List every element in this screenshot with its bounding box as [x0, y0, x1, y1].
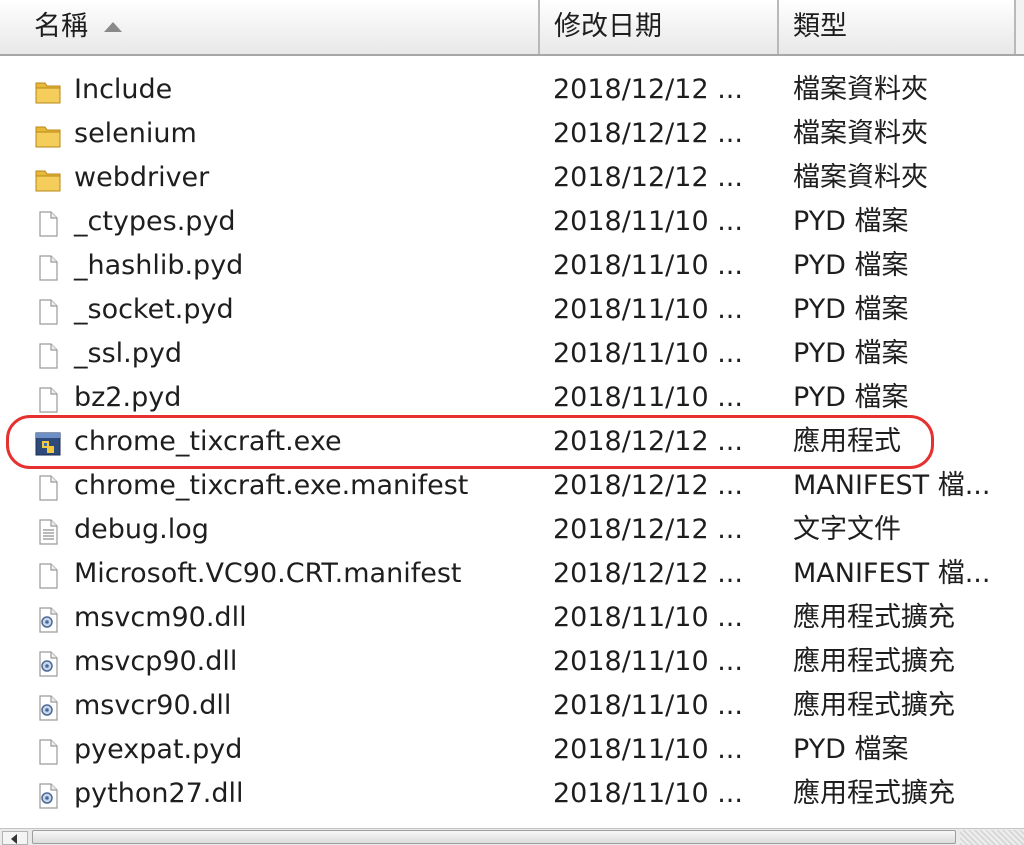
file-type: 檔案資料夾 [793, 162, 928, 193]
file-name: _hashlib.pyd [74, 250, 244, 281]
text-file-icon [34, 516, 62, 545]
file-date: 2018/12/12 ... [553, 74, 743, 105]
file-type: 應用程式擴充 [793, 646, 955, 677]
column-header-bar: 名稱 修改日期 類型 [0, 0, 1024, 56]
column-header-name-label: 名稱 [34, 11, 88, 42]
file-row[interactable]: msvcr90.dll 2018/11/10 ... 應用程式擴充 [0, 684, 1024, 728]
file-name: msvcp90.dll [74, 646, 238, 677]
file-type: 文字文件 [793, 514, 901, 545]
file-row[interactable]: _hashlib.pyd 2018/11/10 ... PYD 檔案 [0, 244, 1024, 288]
column-header-name[interactable]: 名稱 [0, 0, 540, 54]
file-icon [34, 736, 62, 765]
file-date: 2018/11/10 ... [553, 206, 743, 237]
dll-file-icon [34, 780, 62, 809]
file-icon [34, 296, 62, 325]
dll-file-icon [34, 692, 62, 721]
file-type: PYD 檔案 [793, 250, 909, 281]
file-row[interactable]: msvcp90.dll 2018/11/10 ... 應用程式擴充 [0, 640, 1024, 684]
file-type: 應用程式 [793, 426, 901, 457]
file-name: _socket.pyd [74, 294, 234, 325]
file-name: pyexpat.pyd [74, 734, 243, 765]
file-date: 2018/12/12 ... [553, 558, 743, 589]
file-row[interactable]: webdriver 2018/12/12 ... 檔案資料夾 [0, 156, 1024, 200]
file-row[interactable]: pyexpat.pyd 2018/11/10 ... PYD 檔案 [0, 728, 1024, 772]
file-row[interactable]: _ssl.pyd 2018/11/10 ... PYD 檔案 [0, 332, 1024, 376]
file-row[interactable]: selenium 2018/12/12 ... 檔案資料夾 [0, 112, 1024, 156]
file-row[interactable]: chrome_tixcraft.exe.manifest 2018/12/12 .… [0, 464, 1024, 508]
file-type: PYD 檔案 [793, 734, 909, 765]
file-date: 2018/11/10 ... [553, 338, 743, 369]
application-icon [34, 428, 62, 456]
file-date: 2018/12/12 ... [553, 162, 743, 193]
file-row[interactable]: Microsoft.VC90.CRT.manifest 2018/12/12 ..… [0, 552, 1024, 596]
file-date: 2018/11/10 ... [553, 602, 743, 633]
column-header-type[interactable]: 類型 [779, 0, 1014, 54]
file-icon [34, 384, 62, 413]
file-icon [34, 208, 62, 237]
column-header-date-label: 修改日期 [554, 11, 662, 42]
file-icon [34, 472, 62, 501]
dll-file-icon [34, 604, 62, 633]
file-type: MANIFEST 檔... [793, 470, 991, 501]
file-type: 應用程式擴充 [793, 602, 955, 633]
file-name: python27.dll [74, 778, 244, 809]
column-header-filler [1014, 0, 1024, 54]
file-row[interactable]: bz2.pyd 2018/11/10 ... PYD 檔案 [0, 376, 1024, 420]
file-icon [34, 340, 62, 369]
file-type: PYD 檔案 [793, 206, 909, 237]
column-header-type-label: 類型 [793, 11, 847, 42]
file-icon [34, 252, 62, 281]
file-type: PYD 檔案 [793, 338, 909, 369]
file-row[interactable]: _ctypes.pyd 2018/11/10 ... PYD 檔案 [0, 200, 1024, 244]
file-type: PYD 檔案 [793, 382, 909, 413]
file-date: 2018/11/10 ... [553, 382, 743, 413]
file-date: 2018/11/10 ... [553, 690, 743, 721]
scroll-left-arrow-icon[interactable] [2, 831, 28, 845]
folder-icon [34, 120, 62, 148]
file-name: debug.log [74, 514, 209, 545]
dll-file-icon [34, 648, 62, 677]
file-date: 2018/11/10 ... [553, 294, 743, 325]
file-name: _ctypes.pyd [74, 206, 236, 237]
file-name: msvcr90.dll [74, 690, 232, 721]
file-date: 2018/11/10 ... [553, 646, 743, 677]
file-date: 2018/11/10 ... [553, 734, 743, 765]
file-name: msvcm90.dll [74, 602, 247, 633]
file-date: 2018/12/12 ... [553, 118, 743, 149]
file-type: 應用程式擴充 [793, 778, 955, 809]
file-row[interactable]: debug.log 2018/12/12 ... 文字文件 [0, 508, 1024, 552]
file-name: Microsoft.VC90.CRT.manifest [74, 558, 462, 589]
file-row[interactable]: chrome_tixcraft.exe 2018/12/12 ... 應用程式 [0, 420, 1024, 464]
file-type: 檔案資料夾 [793, 74, 928, 105]
file-name: chrome_tixcraft.exe [74, 426, 342, 457]
file-type: PYD 檔案 [793, 294, 909, 325]
file-name: chrome_tixcraft.exe.manifest [74, 470, 469, 501]
file-date: 2018/12/12 ... [553, 426, 743, 457]
scrollbar-thumb[interactable] [32, 830, 956, 844]
file-name: webdriver [74, 162, 210, 193]
column-header-date[interactable]: 修改日期 [540, 0, 779, 54]
file-icon [34, 560, 62, 589]
file-row[interactable]: python27.dll 2018/11/10 ... 應用程式擴充 [0, 772, 1024, 816]
file-name: _ssl.pyd [74, 338, 182, 369]
file-type: MANIFEST 檔... [793, 558, 991, 589]
file-list: Include 2018/12/12 ... 檔案資料夾 selenium 2018/1… [0, 68, 1024, 816]
file-date: 2018/11/10 ... [553, 778, 743, 809]
file-type: 檔案資料夾 [793, 118, 928, 149]
file-date: 2018/12/12 ... [553, 514, 743, 545]
file-type: 應用程式擴充 [793, 690, 955, 721]
scrollbar-track[interactable] [960, 830, 1024, 845]
file-name: selenium [74, 118, 197, 149]
file-row[interactable]: msvcm90.dll 2018/11/10 ... 應用程式擴充 [0, 596, 1024, 640]
file-name: bz2.pyd [74, 382, 182, 413]
file-row[interactable]: _socket.pyd 2018/11/10 ... PYD 檔案 [0, 288, 1024, 332]
horizontal-scrollbar[interactable] [0, 828, 1024, 845]
file-date: 2018/12/12 ... [553, 470, 743, 501]
sort-ascending-icon [104, 22, 122, 32]
file-date: 2018/11/10 ... [553, 250, 743, 281]
folder-icon [34, 76, 62, 104]
file-name: Include [74, 74, 173, 105]
folder-icon [34, 164, 62, 192]
file-row[interactable]: Include 2018/12/12 ... 檔案資料夾 [0, 68, 1024, 112]
